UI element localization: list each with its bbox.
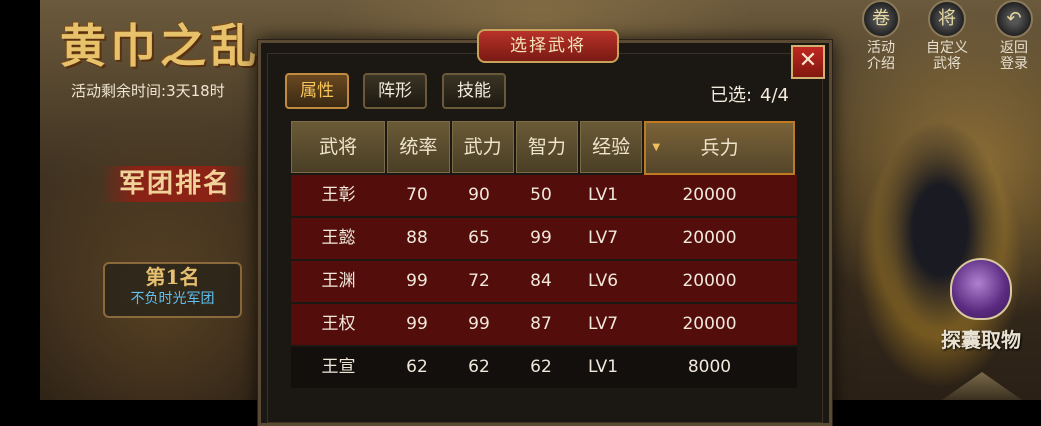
troops-value: 20000	[682, 271, 737, 291]
close-button[interactable]: ✕	[791, 45, 825, 79]
intelligence-value: 99	[530, 228, 552, 248]
command-value: 99	[406, 271, 428, 291]
sort-arrow-icon: ▼	[652, 142, 661, 153]
experience-value: LV1	[587, 357, 619, 377]
strength-value: 99	[468, 314, 490, 334]
table-row[interactable]: 王懿 88 65 99 LV7 20000	[291, 218, 797, 259]
experience-value: LV1	[587, 185, 619, 205]
treasure-bag-icon	[950, 258, 1012, 320]
general-name: 王宣	[321, 357, 356, 377]
column-header-command[interactable]: 统率	[387, 121, 450, 173]
column-header-troops[interactable]: ▼ 兵力	[644, 121, 796, 175]
event-countdown: 活动剩余时间:3天18时	[71, 80, 225, 101]
command-value: 88	[406, 228, 428, 248]
intelligence-value: 87	[530, 314, 552, 334]
strength-value: 72	[468, 271, 490, 291]
intelligence-value: 84	[530, 271, 552, 291]
event-intro-label: 活动 介绍	[867, 40, 895, 72]
general-name: 王彰	[321, 185, 356, 205]
general-name: 王渊	[321, 271, 356, 291]
intelligence-value: 50	[530, 185, 552, 205]
custom-general-label: 自定义 武将	[926, 40, 968, 72]
column-header-strength[interactable]: 武力	[451, 121, 514, 173]
experience-value: LV7	[587, 314, 619, 334]
tab-formation[interactable]: 阵形	[363, 73, 427, 109]
selected-label: 已选:	[709, 85, 753, 106]
strength-value: 62	[468, 357, 490, 377]
experience-value: LV7	[587, 228, 619, 248]
troops-value: 20000	[682, 314, 737, 334]
troops-value: 20000	[682, 185, 737, 205]
scroll-icon: 卷	[862, 0, 900, 38]
legion-rank-title[interactable]: 军团排名	[100, 166, 250, 202]
countdown-label: 活动剩余时间:	[71, 82, 167, 100]
selected-count: 已选: 4/4	[710, 81, 789, 107]
legion-rank-badge[interactable]: 第1名 不负时光军团	[103, 262, 242, 318]
command-value: 62	[406, 357, 428, 377]
rank-place: 第1名	[145, 265, 200, 289]
general-table: 武将 统率 武力 智力 经验 ▼ 兵力 王彰 70 90 50 LV1 2000…	[291, 121, 797, 390]
table-row[interactable]: 王渊 99 72 84 LV6 20000	[291, 261, 797, 302]
rank-team-name: 不负时光军团	[130, 291, 215, 307]
select-general-dialog: 选择武将 ✕ 属性 阵形 技能 已选: 4/4 武将 统率 武力 智力 经验 ▼ …	[258, 29, 832, 426]
command-value: 99	[406, 314, 428, 334]
troops-header-label: 兵力	[700, 137, 739, 159]
table-row[interactable]: 王宣 62 62 62 LV1 8000	[291, 347, 797, 388]
treasure-bag-label: 探囊取物	[941, 328, 1021, 352]
column-header-general[interactable]: 武将	[291, 121, 386, 173]
event-intro-button[interactable]: 卷 活动 介绍	[853, 0, 909, 72]
command-value: 70	[406, 185, 428, 205]
countdown-value: 3天18时	[166, 82, 225, 100]
table-row[interactable]: 王权 99 99 87 LV7 20000	[291, 304, 797, 345]
experience-value: LV6	[587, 271, 619, 291]
troops-value: 8000	[687, 357, 732, 377]
tab-skills[interactable]: 技能	[442, 73, 506, 109]
event-title: 黄巾之乱	[60, 19, 260, 73]
table-header: 武将 统率 武力 智力 经验 ▼ 兵力	[291, 121, 797, 175]
table-row[interactable]: 王彰 70 90 50 LV1 20000	[291, 175, 797, 216]
custom-general-button[interactable]: 将 自定义 武将	[919, 0, 975, 72]
return-arrow-icon: ↶	[995, 0, 1033, 38]
general-icon: 将	[928, 0, 966, 38]
dialog-title: 选择武将	[477, 29, 619, 63]
selected-value: 4/4	[760, 85, 789, 106]
return-login-button[interactable]: ↶ 返回 登录	[986, 0, 1041, 72]
treasure-bag-button[interactable]: 探囊取物	[935, 258, 1027, 353]
general-name: 王懿	[321, 228, 356, 248]
column-header-experience[interactable]: 经验	[580, 121, 643, 173]
strength-value: 65	[468, 228, 490, 248]
tab-attributes[interactable]: 属性	[285, 73, 349, 109]
general-name: 王权	[321, 314, 356, 334]
troops-value: 20000	[682, 228, 737, 248]
return-login-label: 返回 登录	[1000, 40, 1028, 72]
intelligence-value: 62	[530, 357, 552, 377]
column-header-intelligence[interactable]: 智力	[515, 121, 579, 173]
strength-value: 90	[468, 185, 490, 205]
